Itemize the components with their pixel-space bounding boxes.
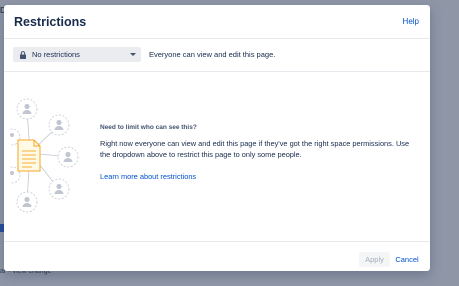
- restrictions-dropdown-value: No restrictions: [32, 50, 80, 59]
- empty-state-heading: Need to limit who can see this?: [100, 124, 197, 131]
- user-icon: [48, 114, 70, 136]
- apply-button[interactable]: Apply: [359, 252, 390, 267]
- restrictions-dropdown[interactable]: No restrictions: [13, 47, 141, 62]
- document-icon: [17, 139, 41, 172]
- chevron-down-icon: [130, 53, 136, 56]
- restriction-description: Everyone can view and edit this page.: [149, 50, 276, 59]
- empty-state-content: Need to limit who can see this? Right no…: [100, 124, 418, 184]
- dialog-footer: Apply Cancel: [4, 241, 430, 271]
- empty-state-body: Right now everyone can view and edit thi…: [100, 139, 410, 159]
- restrictions-dialog: Restrictions Help No restrictions Everyo…: [4, 5, 430, 271]
- user-icon: [48, 178, 70, 200]
- user-icon: [16, 98, 38, 120]
- cancel-button[interactable]: Cancel: [394, 252, 420, 267]
- help-link[interactable]: Help: [403, 17, 419, 26]
- user-icon: [57, 146, 79, 168]
- dialog-header: Restrictions Help: [4, 5, 430, 39]
- learn-more-link[interactable]: Learn more about restrictions: [100, 172, 196, 181]
- restriction-selector-row: No restrictions Everyone can view and ed…: [4, 39, 430, 72]
- dialog-title: Restrictions: [14, 15, 87, 29]
- restrictions-illustration: [10, 98, 79, 213]
- user-icon: [16, 191, 38, 213]
- lock-icon: [20, 51, 26, 59]
